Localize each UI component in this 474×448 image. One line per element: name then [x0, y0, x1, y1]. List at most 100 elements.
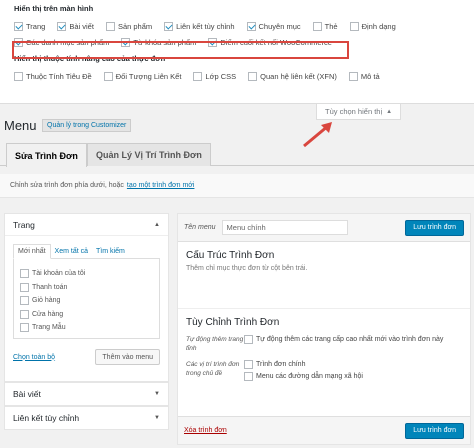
screen-option-checkbox[interactable]: Lớp CSS — [193, 71, 237, 81]
checkbox-box — [14, 71, 23, 81]
add-to-menu-button[interactable]: Thêm vào menu — [95, 349, 160, 365]
screen-option-checkbox[interactable]: Đối Tượng Liên Kết — [103, 71, 182, 81]
caret-up-icon: ▲ — [154, 221, 160, 228]
checkbox-label: Bài viết — [69, 21, 94, 31]
locations-options: Trình đơn chính Menu các đường dẫn mạng … — [244, 360, 462, 384]
pages-accordion: Trang ▲ Mới nhất Xem tất cả Tìm kiếm Tài… — [4, 213, 169, 382]
page-title: Menu — [4, 118, 37, 133]
menu-structure-title: Cấu Trúc Trình Đơn — [186, 250, 275, 261]
location-primary-checkbox[interactable]: Trình đơn chính — [244, 360, 450, 369]
delete-menu-link[interactable]: Xóa trình đơn — [184, 427, 227, 434]
screen-option-checkbox[interactable]: Bài viết — [57, 21, 94, 31]
checkbox-box — [20, 309, 29, 319]
manage-in-customizer-button[interactable]: Quản lý trong Customizer — [42, 119, 132, 132]
checkbox-label: Thẻ — [324, 21, 338, 31]
checkbox-checked-icon — [14, 21, 23, 31]
menu-body: Cấu Trúc Trình Đơn Thêm chỉ mục thực đơn… — [178, 242, 470, 392]
screen-options-toggle[interactable]: Tùy chọn hiển thị ▲ — [316, 104, 402, 120]
nav-tabs: Sửa Trình Đơn Quản Lý Vị Trí Trình Đơn — [0, 140, 474, 167]
screen-options-heading: Hiển thị trên màn hình — [14, 4, 94, 13]
location-social-checkbox[interactable]: Menu các đường dẫn mạng xã hội — [244, 372, 450, 381]
screen-option-checkbox[interactable]: Trang — [14, 21, 45, 31]
checkbox-box — [244, 360, 253, 369]
checkbox-checked-icon — [57, 21, 67, 31]
screen-options-row-3: Thuộc Tính Tiêu Đề Đối Tượng Liên Kết Lớp … — [14, 68, 460, 84]
page-checkbox-item[interactable]: Cửa hàng — [20, 308, 153, 322]
pages-accordion-body: Mới nhất Xem tất cả Tìm kiếm Tài khoản c… — [5, 236, 168, 381]
pages-accordion-header[interactable]: Trang ▲ — [5, 214, 168, 236]
checkbox-box — [20, 282, 29, 292]
page-checkbox-item[interactable]: Giỏ hàng — [20, 294, 153, 308]
pages-accordion-footer: Chọn toàn bộ Thêm vào menu — [13, 349, 160, 365]
page-label: Cửa hàng — [32, 310, 64, 318]
tab-most-recent[interactable]: Mới nhất — [13, 244, 51, 259]
screen-option-checkbox[interactable]: Sản phẩm — [105, 21, 153, 31]
pages-sub-tabs: Mới nhất Xem tất cả Tìm kiếm — [13, 244, 160, 259]
save-menu-button-bottom[interactable]: Lưu trình đơn — [405, 422, 464, 439]
checkbox-label: Đối Tượng Liên Kết — [115, 71, 182, 81]
tab-manage-locations[interactable]: Quản Lý Vị Trí Trình Đơn — [87, 143, 211, 166]
menu-header: Tên menu Menu chính Lưu trình đơn — [178, 214, 470, 242]
screen-option-checkbox[interactable]: Định dạng — [349, 21, 396, 31]
checkbox-box — [20, 269, 29, 279]
menu-name-input[interactable]: Menu chính — [221, 220, 348, 235]
checkbox-box — [349, 21, 359, 31]
menu-name-label: Tên menu — [184, 224, 216, 231]
checkbox-box — [103, 71, 113, 81]
tab-edit-menus[interactable]: Sửa Trình Đơn — [6, 143, 87, 167]
menu-footer: Xóa trình đơn Lưu trình đơn — [178, 416, 470, 444]
checkbox-label: Chuyên mục — [258, 21, 301, 31]
caret-down-icon: ▼ — [154, 391, 160, 397]
screen-options-toggle-label: Tùy chọn hiển thị — [325, 107, 383, 116]
checkbox-label: Sản phẩm — [117, 21, 153, 31]
locations-setting: Các vị trí trình đơn trong chủ đề Trình … — [186, 360, 462, 384]
screen-option-checkbox[interactable]: Liên kết tùy chỉnh — [164, 21, 235, 31]
checkbox-label: Quan hệ liên kết (XFN) — [260, 71, 337, 81]
screen-option-checkbox[interactable]: Quan hệ liên kết (XFN) — [248, 71, 337, 81]
screen-option-checkbox[interactable]: Thuộc Tính Tiêu Đề — [14, 71, 92, 81]
manage-menus-text: Chỉnh sửa trình đơn phía dưới, hoặc — [10, 182, 124, 189]
checkbox-label: Định dạng — [361, 21, 396, 31]
checkbox-label: Lớp CSS — [205, 71, 237, 81]
auto-add-setting: Tự động thêm trang tĩnh Tự động thêm các… — [186, 335, 462, 353]
page-checkbox-item[interactable]: Thanh toán — [20, 281, 153, 295]
page-checkbox-item[interactable]: Tài khoản của tôi — [20, 267, 153, 281]
select-all-link[interactable]: Chọn toàn bộ — [13, 354, 55, 361]
tab-view-all[interactable]: Xem tất cả — [51, 244, 92, 258]
page-checkbox-item[interactable]: Trang Mẫu — [20, 321, 153, 335]
screen-option-checkbox[interactable]: Thẻ — [312, 21, 338, 31]
checkbox-box — [20, 296, 29, 306]
custom-links-accordion-header[interactable]: Liên kết tùy chỉnh ▼ — [5, 407, 168, 429]
checkbox-box — [105, 21, 115, 31]
menu-settings-title: Tùy Chỉnh Trình Đơn — [186, 317, 280, 328]
screen-option-checkbox[interactable]: Mô tả — [348, 71, 380, 81]
checkbox-box — [248, 71, 258, 81]
location-label: Trình đơn chính — [256, 361, 306, 368]
checkbox-checked-icon — [246, 21, 256, 31]
custom-links-accordion-title: Liên kết tùy chỉnh — [13, 413, 80, 423]
screen-options-row-1: Trang Bài viết Sản phẩm Liên kết tùy chỉnh C… — [14, 18, 460, 34]
checkbox-label: Thuộc Tính Tiêu Đề — [26, 71, 92, 81]
auto-add-label: Tự động thêm trang tĩnh — [186, 336, 244, 352]
auto-add-options: Tự động thêm các trang cấp cao nhất mới … — [244, 335, 462, 353]
checkbox-box — [20, 323, 29, 333]
auto-add-pages-checkbox[interactable]: Tự động thêm các trang cấp cao nhất mới … — [244, 335, 443, 344]
checkbox-box — [244, 372, 253, 381]
checkbox-label: Liên kết tùy chỉnh — [176, 21, 235, 31]
tab-search[interactable]: Tìm kiếm — [92, 244, 129, 258]
caret-up-icon: ▲ — [386, 108, 393, 115]
screen-option-checkbox[interactable]: Chuyên mục — [246, 21, 301, 31]
create-new-menu-link[interactable]: tạo một trình đơn mới — [127, 182, 195, 189]
page-label: Thanh toán — [32, 283, 68, 291]
location-label: Menu các đường dẫn mạng xã hội — [256, 373, 363, 380]
pages-accordion-title: Trang — [13, 219, 35, 230]
checkbox-box — [244, 335, 253, 344]
checkbox-box — [312, 21, 322, 31]
posts-accordion-header[interactable]: Bài viết ▼ — [5, 383, 168, 405]
page-label: Giỏ hàng — [32, 297, 61, 305]
checkbox-box — [193, 71, 203, 81]
pages-checklist: Tài khoản của tôi Thanh toán Giỏ hàng Cửa h… — [13, 259, 160, 339]
save-menu-button[interactable]: Lưu trình đơn — [405, 219, 464, 236]
menu-management-column: Tên menu Menu chính Lưu trình đơn Cấu Tr… — [177, 213, 471, 445]
page-label: Trang Mẫu — [32, 324, 66, 332]
